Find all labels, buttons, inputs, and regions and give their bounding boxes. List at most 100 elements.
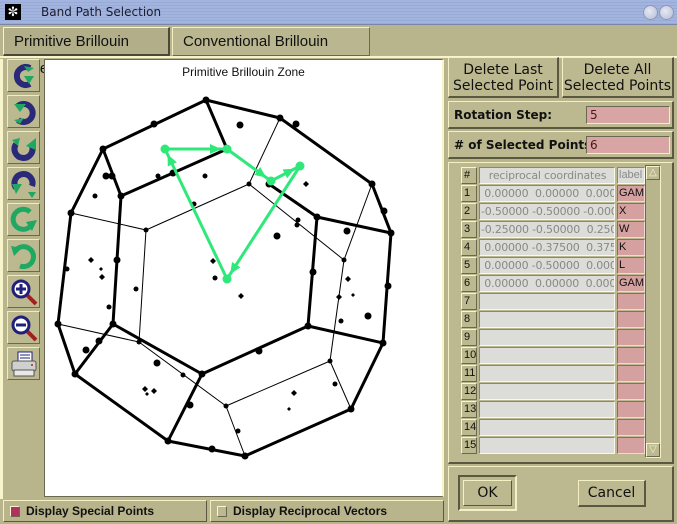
zone-vertex[interactable] — [186, 401, 194, 409]
zone-vertex[interactable] — [343, 227, 351, 235]
special-point-marker[interactable] — [303, 181, 309, 187]
coordinates-cell[interactable]: 0.00000 0.00000 0.00000 — [479, 275, 615, 292]
special-point-marker[interactable] — [142, 386, 148, 392]
coordinates-cell[interactable]: -0.50000 -0.50000 -0.00000 — [479, 203, 615, 220]
table-scrollbar[interactable]: △ ▽ — [645, 165, 661, 458]
minimize-button[interactable] — [643, 5, 658, 20]
zone-vertex[interactable] — [208, 445, 216, 453]
delete-all-selected-points-button[interactable]: Delete All Selected Points — [562, 57, 674, 98]
zone-vertex[interactable] — [241, 452, 249, 460]
coordinates-cell[interactable] — [479, 437, 615, 454]
coordinates-cell[interactable]: 0.00000 -0.50000 0.00000 — [479, 257, 615, 274]
rotate-clockwise-button[interactable] — [7, 203, 40, 236]
rotate-left-button[interactable] — [7, 131, 40, 164]
zone-vertex[interactable] — [113, 256, 121, 264]
zone-vertex[interactable] — [67, 209, 75, 217]
zoom-out-button[interactable] — [7, 311, 40, 344]
brillouin-zone-drawing[interactable] — [45, 60, 445, 498]
special-point-marker[interactable] — [351, 293, 355, 297]
zone-vertex[interactable] — [380, 207, 388, 215]
rotation-step-input[interactable]: 5 — [586, 106, 670, 124]
special-point-marker[interactable] — [345, 276, 351, 282]
zone-midpoint[interactable] — [235, 428, 241, 434]
special-point-marker[interactable] — [151, 388, 157, 394]
coordinates-cell[interactable] — [479, 365, 615, 382]
zone-midpoint[interactable] — [223, 403, 229, 409]
zone-midpoint[interactable] — [155, 173, 161, 179]
label-cell[interactable] — [617, 347, 645, 364]
zone-vertex[interactable] — [102, 172, 110, 180]
selected-path-point[interactable] — [222, 144, 232, 154]
zone-vertex[interactable] — [54, 320, 62, 328]
zone-midpoint[interactable] — [332, 381, 338, 387]
zone-midpoint[interactable] — [294, 222, 300, 228]
zone-vertex[interactable] — [368, 180, 376, 188]
zone-vertex[interactable] — [198, 370, 206, 378]
special-point-marker[interactable] — [99, 267, 103, 271]
rotate-counterclockwise-button[interactable] — [7, 239, 40, 272]
zoom-in-button[interactable] — [7, 275, 40, 308]
zone-midpoint[interactable] — [327, 358, 333, 364]
zone-midpoint[interactable] — [202, 173, 208, 179]
special-point-marker[interactable] — [291, 390, 297, 396]
cancel-button[interactable]: Cancel — [578, 480, 646, 507]
coordinates-cell[interactable] — [479, 311, 615, 328]
zone-vertex[interactable] — [379, 339, 387, 347]
zone-vertex[interactable] — [153, 359, 161, 367]
label-cell[interactable] — [617, 311, 645, 328]
zone-midpoint[interactable] — [64, 266, 70, 272]
zone-midpoint[interactable] — [246, 181, 252, 187]
snowflake-icon[interactable]: ✼ — [5, 4, 21, 20]
zone-vertex[interactable] — [255, 347, 263, 355]
zone-vertex[interactable] — [364, 312, 372, 320]
zone-vertex[interactable] — [304, 322, 312, 330]
zone-vertex[interactable] — [95, 337, 103, 345]
special-point-marker[interactable] — [210, 258, 216, 264]
display-special-points-checkbox[interactable]: Display Special Points — [3, 500, 207, 522]
zone-vertex[interactable] — [309, 268, 317, 276]
zone-vertex[interactable] — [384, 282, 392, 290]
brillouin-zone-canvas[interactable]: Primitive Brillouin Zone — [44, 59, 444, 497]
tab-primitive-brillouin-zone[interactable]: Primitive Brillouin Zone — [3, 27, 170, 77]
zone-vertex[interactable] — [276, 114, 284, 122]
tab-conventional-brillouin-zone[interactable]: Conventional Brillouin Zone — [172, 27, 370, 77]
special-point-marker[interactable] — [88, 257, 94, 263]
rotate-down-button[interactable] — [7, 95, 40, 128]
checkbox-box[interactable] — [10, 506, 20, 517]
zone-midpoint[interactable] — [338, 318, 344, 324]
label-cell[interactable]: X — [617, 203, 645, 220]
zone-vertex[interactable] — [273, 232, 281, 240]
coordinates-cell[interactable]: -0.25000 -0.50000 0.25000 — [479, 221, 615, 238]
label-cell[interactable]: W — [617, 221, 645, 238]
selected-path-point[interactable] — [160, 144, 170, 154]
label-cell[interactable] — [617, 419, 645, 436]
zone-vertex[interactable] — [313, 213, 321, 221]
rotate-up-button[interactable] — [7, 59, 40, 92]
rotate-right-button[interactable] — [7, 167, 40, 200]
zone-vertex[interactable] — [292, 120, 300, 128]
zone-midpoint[interactable] — [212, 275, 218, 281]
zone-vertex[interactable] — [236, 121, 244, 129]
label-cell[interactable]: L — [617, 257, 645, 274]
zone-midpoint[interactable] — [106, 304, 112, 310]
zone-midpoint[interactable] — [143, 227, 149, 233]
label-cell[interactable]: GAM — [617, 185, 645, 202]
zone-vertex[interactable] — [387, 229, 395, 237]
coordinates-cell[interactable] — [479, 347, 615, 364]
zone-midpoint[interactable] — [295, 217, 301, 223]
checkbox-box[interactable] — [217, 506, 227, 517]
selected-path-point[interactable] — [266, 176, 276, 186]
zone-vertex[interactable] — [71, 370, 79, 378]
label-cell[interactable] — [617, 401, 645, 418]
special-point-marker[interactable] — [336, 294, 342, 300]
label-cell[interactable] — [617, 383, 645, 400]
zone-midpoint[interactable] — [136, 339, 142, 345]
ok-button[interactable]: OK — [463, 480, 512, 506]
label-cell[interactable] — [617, 329, 645, 346]
scroll-down-arrow-icon[interactable]: ▽ — [646, 443, 660, 457]
coordinates-cell[interactable] — [479, 383, 615, 400]
special-point-marker[interactable] — [145, 392, 149, 396]
zone-midpoint[interactable] — [341, 257, 347, 263]
zone-midpoint[interactable] — [180, 372, 186, 378]
coordinates-cell[interactable]: 0.00000 0.00000 0.00000 — [479, 185, 615, 202]
